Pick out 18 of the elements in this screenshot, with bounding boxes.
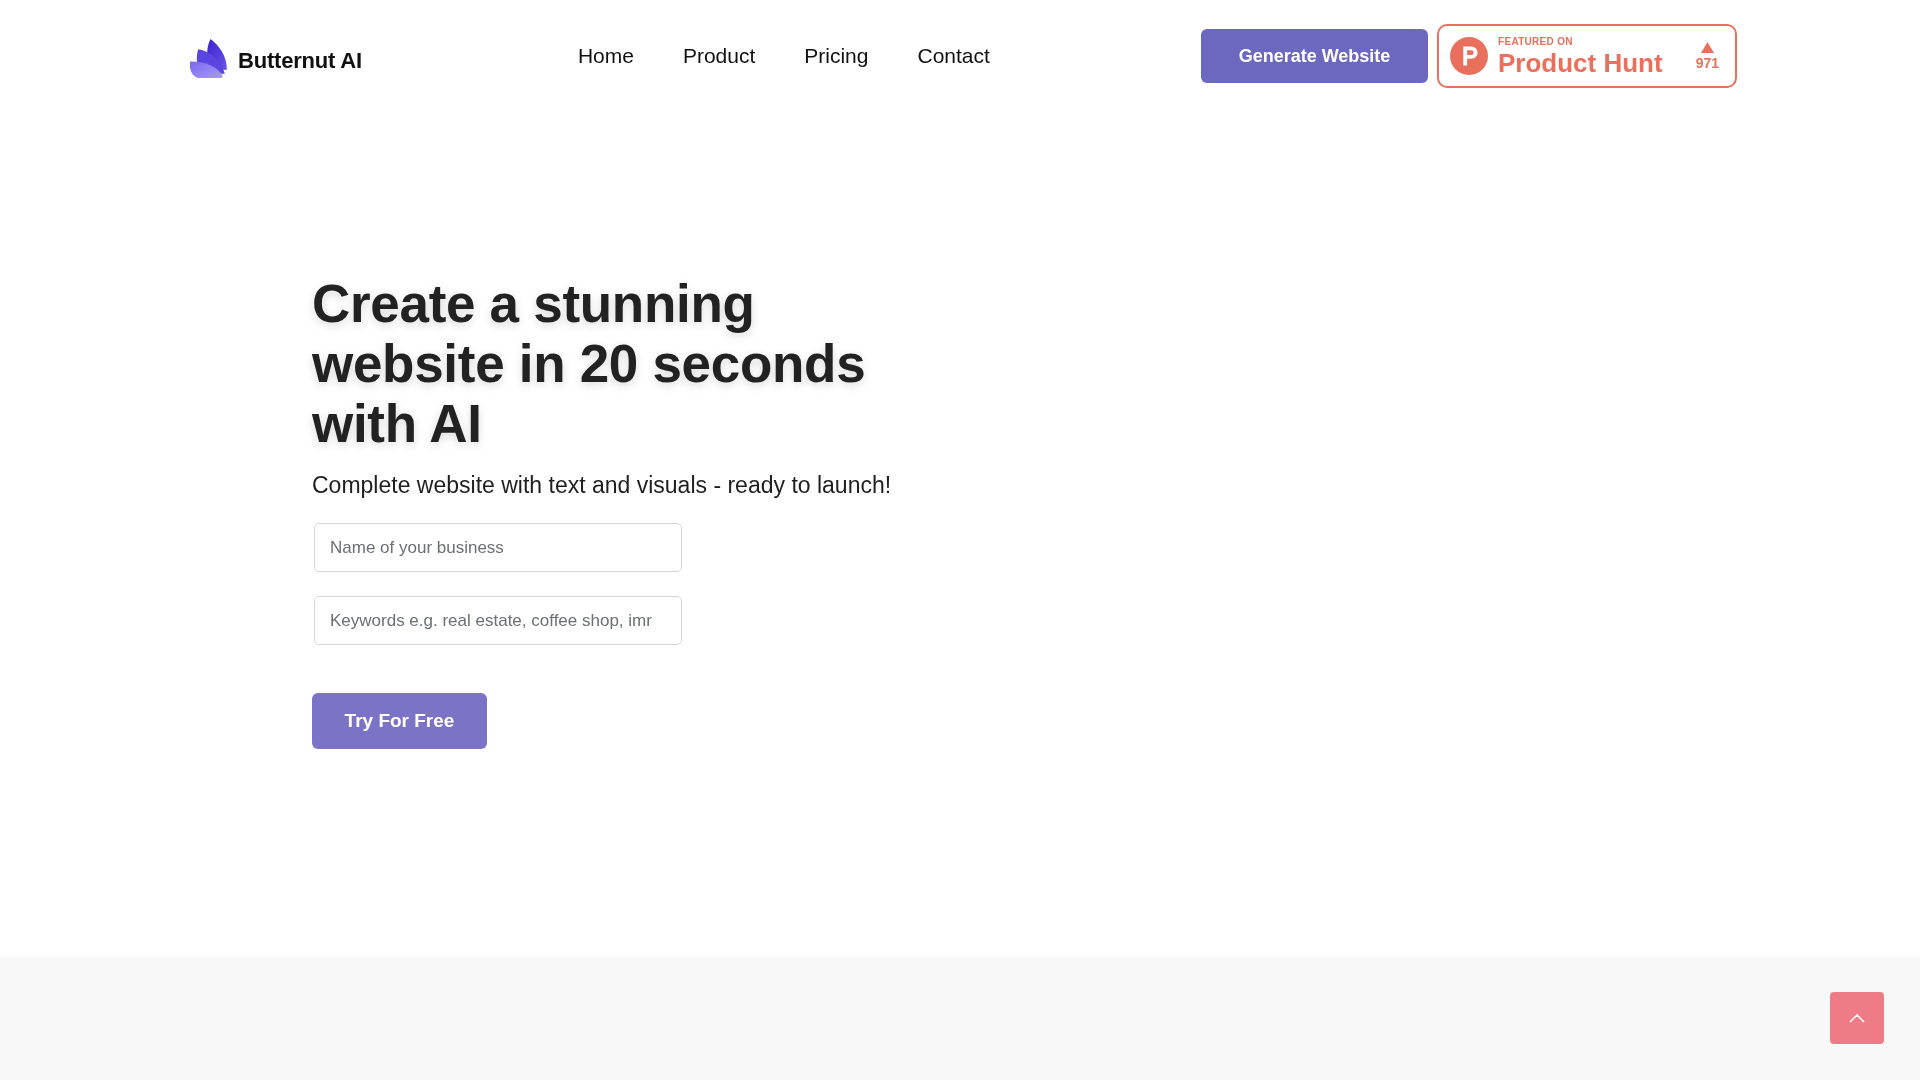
p-circle-logo-icon: [1450, 37, 1488, 75]
vote-count: 971: [1695, 56, 1719, 70]
scroll-to-top-button[interactable]: [1830, 992, 1884, 1044]
try-for-free-button[interactable]: Try For Free: [312, 693, 487, 749]
nav-link[interactable]: Product: [682, 40, 756, 72]
text-input-field[interactable]: Name of your business: [314, 523, 682, 572]
text-input-field[interactable]: Keywords e.g. real estate, coffee shop, imr: [314, 596, 682, 645]
nav-link[interactable]: Home: [577, 40, 634, 72]
badge-caption: FEATURED ON: [1498, 36, 1574, 47]
nav-link[interactable]: Pricing: [804, 40, 869, 72]
up-triangle-icon: [1700, 42, 1714, 53]
hero-heading: Create a stunning website in 20 seconds with AI: [312, 274, 867, 454]
hero-subtitle: Complete website with text and visuals - ready to launch!: [312, 471, 892, 500]
generate-website-button[interactable]: Generate Website: [1201, 29, 1428, 83]
chevron-up-icon: [1849, 1013, 1865, 1023]
nav-link[interactable]: Contact: [917, 40, 990, 72]
brand-name: Butternut AI: [238, 46, 362, 75]
badge-title: Product Hunt: [1498, 49, 1663, 76]
